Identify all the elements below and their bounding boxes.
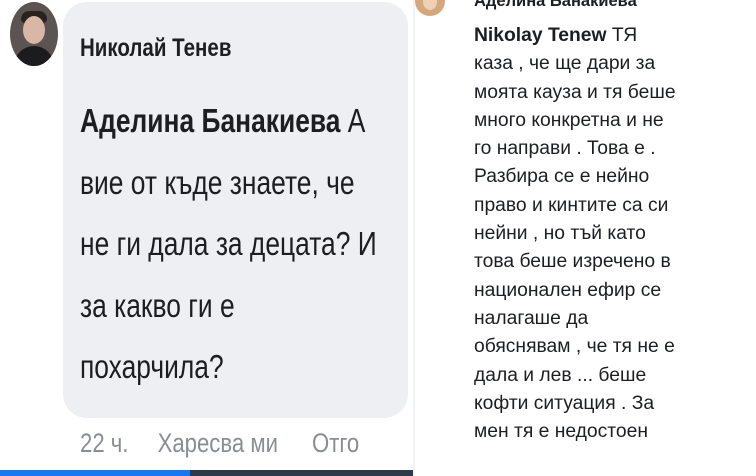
comment-line: похарчила? xyxy=(80,348,224,385)
comment-actions: 22 ч. Харесва ми Отго xyxy=(80,428,359,459)
comment-line: мен тя е недостоен xyxy=(474,421,648,443)
comment-line: Аделина Банакиева А xyxy=(80,90,400,152)
reply-button[interactable]: Отго xyxy=(312,428,359,459)
comment-author-name[interactable]: Николай Тенев xyxy=(80,34,231,63)
left-comment-panel: Николай Тенев Аделина Банакиева А вие от… xyxy=(0,0,415,476)
avatar[interactable] xyxy=(415,0,445,16)
right-comment-panel: Аделина Банакиева Nikolay Tenew ТЯ каза … xyxy=(415,0,756,476)
like-button[interactable]: Харесва ми xyxy=(158,428,278,459)
comment-text-fragment: ТЯ xyxy=(611,25,638,46)
comment-author-name[interactable]: Аделина Банакиева xyxy=(474,0,637,11)
mention-link[interactable]: Nikolay Tenew xyxy=(474,25,607,46)
mention-link[interactable]: Аделина Банакиева xyxy=(80,102,340,139)
comment-line: вие от къде знаете, че xyxy=(80,163,355,201)
comment-line: много конкретна и не xyxy=(474,109,664,131)
comment-line: Nikolay Tenew ТЯ xyxy=(474,22,754,50)
comment-line: го направи . Това е . xyxy=(474,138,656,160)
comment-line: кофти ситуация . За xyxy=(474,392,655,414)
comment-line: налагаше да xyxy=(474,307,589,329)
avatar-shirt xyxy=(14,46,54,66)
avatar[interactable] xyxy=(10,2,58,66)
bottom-bar-accent xyxy=(0,470,190,476)
comment-line: право и кинтите са си xyxy=(474,194,669,216)
comment-timestamp[interactable]: 22 ч. xyxy=(80,428,128,459)
comment-line: национален ефир се xyxy=(474,279,662,301)
comment-text: Nikolay Tenew ТЯ каза , че ще дари за мо… xyxy=(474,22,754,446)
comment-line: не ги дала за децата? И xyxy=(80,225,377,262)
comment-line: каза , че ще дари за xyxy=(474,53,656,75)
comment-line: нейни , но тъй като xyxy=(474,223,646,245)
avatar-face xyxy=(423,0,437,10)
comment-line: дала и лев ... беше xyxy=(474,364,647,386)
comment-line: това беше изречено в xyxy=(474,251,671,273)
comment-line: моята кауза и тя беше xyxy=(474,81,676,103)
comment-line: Разбира се е нейно xyxy=(474,166,650,188)
comment-text: Аделина Банакиева А вие от къде знаете, … xyxy=(80,90,400,398)
avatar-face xyxy=(23,16,45,44)
comment-line: обяснявам , че тя не е xyxy=(474,336,675,358)
comment-text-fragment: А xyxy=(347,102,366,139)
bottom-bar xyxy=(0,470,415,476)
comment-line: за какво ги е xyxy=(80,286,235,324)
